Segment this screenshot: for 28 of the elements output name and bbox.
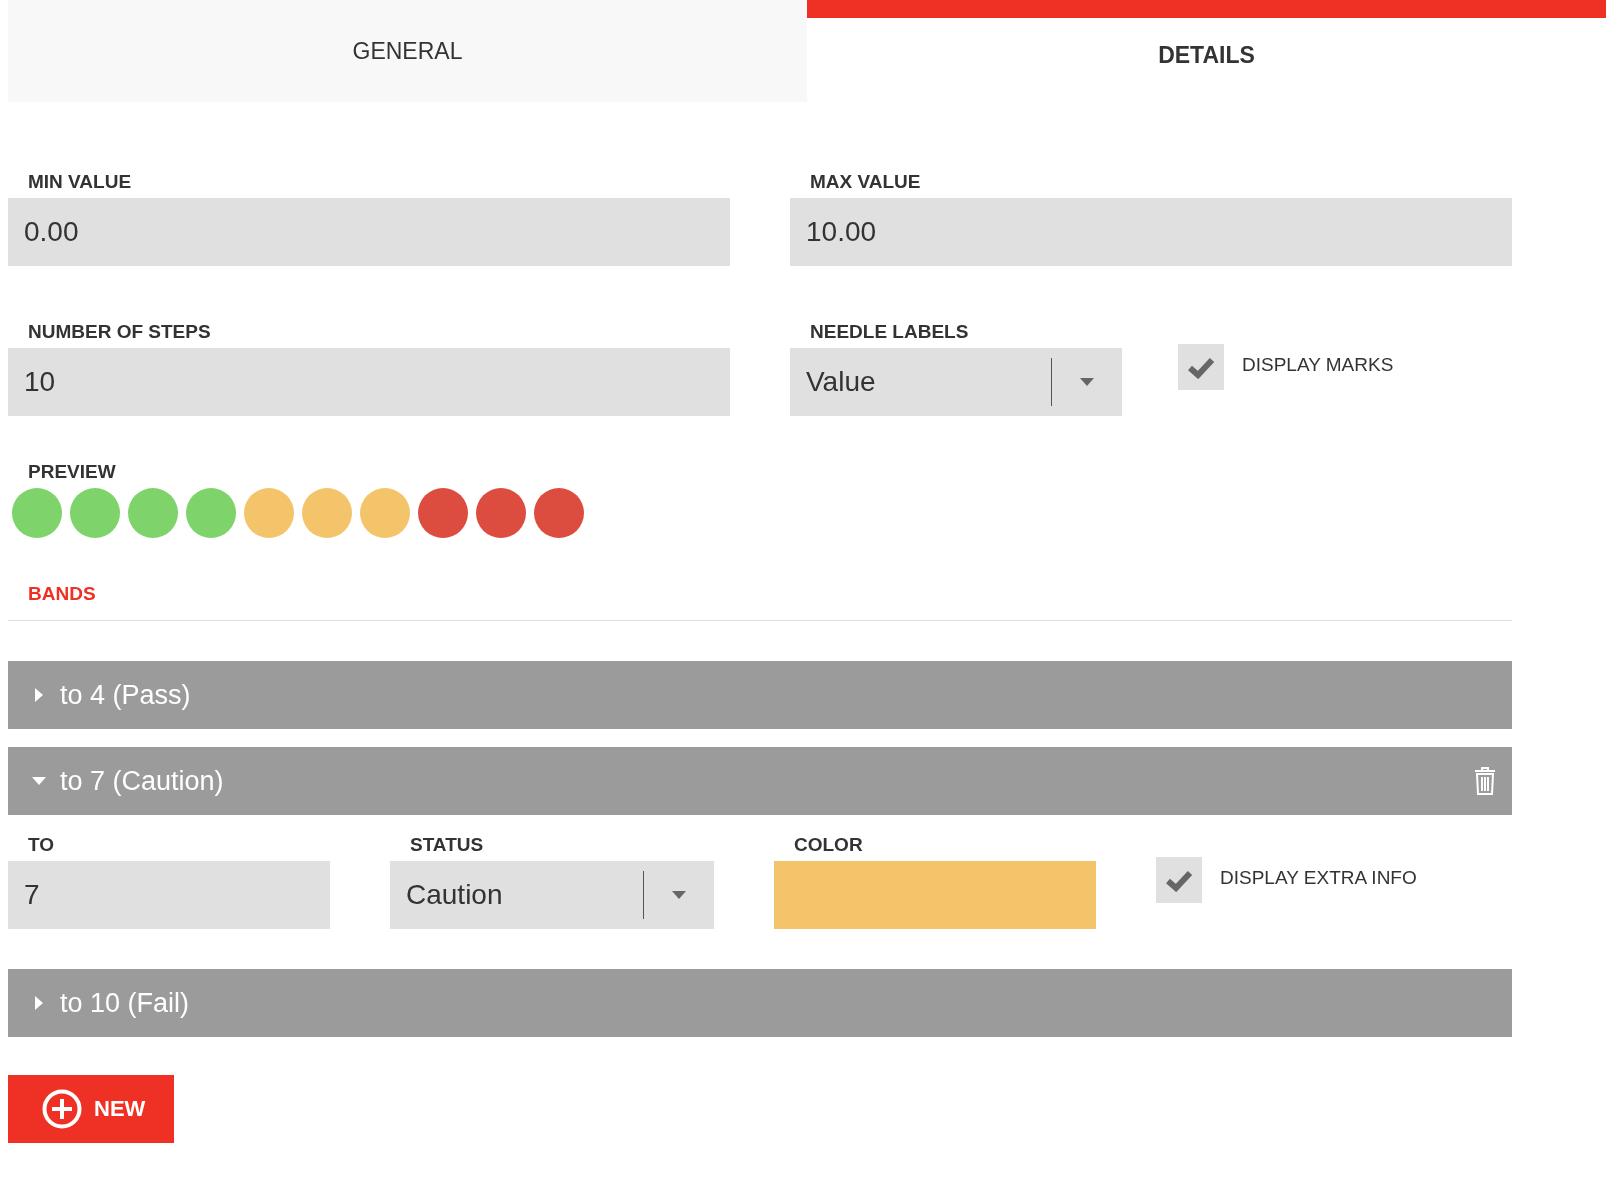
field-label: STATUS — [409, 833, 485, 857]
caret-icon — [672, 891, 686, 899]
dropdown[interactable]: Value — [790, 348, 1122, 416]
input-field[interactable]: 10 — [8, 348, 730, 416]
new-button[interactable]: NEW — [8, 1075, 174, 1143]
field-label: NUMBER OF STEPS — [27, 320, 212, 344]
checkbox[interactable] — [1178, 344, 1224, 390]
checkbox-label: DISPLAY EXTRA INFO — [1220, 866, 1417, 889]
checkbox[interactable] — [1156, 857, 1202, 903]
field-label: NEEDLE LABELS — [809, 320, 970, 344]
checkmark-icon — [1187, 355, 1215, 379]
input-field[interactable]: 7 — [8, 861, 330, 929]
section-heading: BANDS — [27, 583, 96, 604]
input-field[interactable]: 10.00 — [790, 198, 1512, 266]
trash-icon[interactable] — [1474, 767, 1496, 795]
dropdown[interactable]: Caution — [390, 861, 714, 929]
input-field[interactable]: 0.00 — [8, 198, 730, 266]
tab[interactable]: GENERAL — [8, 0, 807, 102]
color-swatch[interactable] — [774, 861, 1096, 929]
section-label: PREVIEW — [27, 460, 117, 484]
caret-icon — [1080, 378, 1094, 386]
checkmark-icon — [1165, 868, 1193, 892]
plus-circle-icon — [42, 1089, 82, 1129]
field-label: MIN VALUE — [27, 170, 133, 194]
field-label: TO — [27, 833, 56, 857]
checkbox-label: DISPLAY MARKS — [1242, 353, 1394, 376]
field-label: MAX VALUE — [809, 170, 922, 194]
field-label: COLOR — [793, 833, 864, 857]
